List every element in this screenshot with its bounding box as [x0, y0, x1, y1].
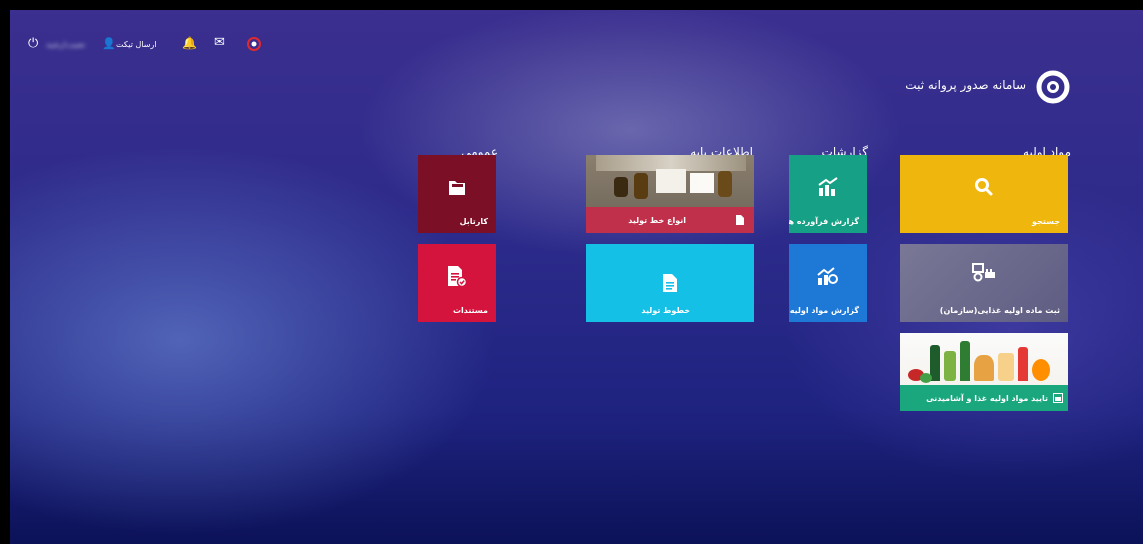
send-ticket-link[interactable]: ارسال تیکت: [116, 40, 157, 49]
tile-documents-label: مستندات: [452, 306, 488, 315]
tile-register-raw-food[interactable]: ثبت ماده اولیه غذایی(سازمان): [900, 244, 1068, 322]
user-icon[interactable]: 👤: [102, 37, 116, 50]
tile-production-line-types[interactable]: انواع خط تولید: [586, 155, 754, 233]
tile-production-lines-label: خطوط تولید: [641, 306, 690, 315]
food-photo: [900, 333, 1068, 385]
app-title: سامانه صدور پروانه ثبت: [905, 78, 1026, 92]
tile-approve-raw-label: تایید مواد اولیه غذا و آشامیدنی: [926, 394, 1048, 403]
bell-icon[interactable]: 🔔: [182, 36, 197, 50]
search-icon: [975, 178, 993, 196]
app-logo-icon: [1036, 70, 1070, 104]
food-icon: [972, 263, 995, 282]
folder-icon: [449, 181, 465, 195]
tile-search[interactable]: جستجو: [900, 155, 1068, 233]
app-logo-small-icon[interactable]: [246, 36, 262, 52]
logout-icon[interactable]: ⏻: [28, 36, 38, 51]
desktop-background: ⏻ نصیب/رشید 👤 ... ارسال تیکت 🔔 ✉ سامانه …: [10, 10, 1143, 544]
document-check-icon: [448, 266, 467, 288]
tile-documents[interactable]: مستندات: [418, 244, 496, 322]
document-icon: [663, 274, 677, 292]
tile-report-products-label: گزارش فرآورده ها: [789, 217, 859, 226]
chart-growth-icon: [818, 177, 838, 196]
document-icon: [736, 215, 744, 225]
app-brand: سامانه صدور پروانه ثبت: [860, 70, 1070, 104]
tile-search-label: جستجو: [1032, 217, 1060, 226]
org-name: ...: [92, 46, 93, 47]
tile-production-lines[interactable]: خطوط تولید: [586, 244, 754, 322]
user-name[interactable]: نصیب/رشید: [46, 40, 85, 49]
tile-report-raw-label: گزارش مواد اولیه: [789, 306, 859, 315]
factory-photo: [586, 155, 754, 207]
tile-cartable[interactable]: کارتابل: [418, 155, 496, 233]
tile-report-raw[interactable]: گزارش مواد اولیه: [789, 244, 867, 322]
tile-production-line-types-bar: انواع خط تولید: [586, 207, 754, 233]
approve-icon: [1053, 393, 1063, 403]
tile-report-products[interactable]: گزارش فرآورده ها: [789, 155, 867, 233]
tile-approve-raw[interactable]: تایید مواد اولیه غذا و آشامیدنی: [900, 333, 1068, 411]
mail-icon[interactable]: ✉: [214, 35, 225, 50]
tile-cartable-label: کارتابل: [459, 217, 488, 226]
tile-production-line-types-label: انواع خط تولید: [628, 216, 686, 225]
chart-search-icon: [817, 267, 838, 285]
tile-register-raw-food-label: ثبت ماده اولیه غذایی(سازمان): [939, 306, 1060, 315]
tile-approve-raw-bar: تایید مواد اولیه غذا و آشامیدنی: [900, 385, 1068, 411]
